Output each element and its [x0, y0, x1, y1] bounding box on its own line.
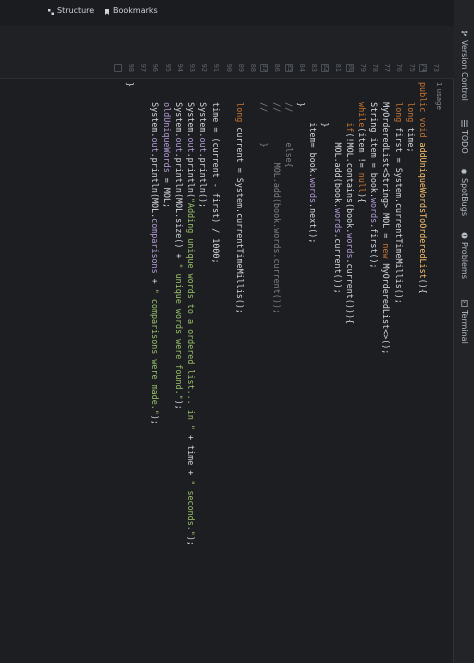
line-number: 86 [273, 63, 282, 72]
code-line[interactable]: public void addUniqueWordsToOrderedList(… [418, 82, 428, 294]
fold-marker-icon[interactable] [418, 64, 427, 72]
code-editor[interactable]: 1 usage public void addUniqueWordsToOrder… [0, 82, 454, 662]
line-number: 84 [297, 63, 306, 72]
line-number: 93 [188, 63, 196, 72]
code-line[interactable]: item= book.words.next(); [308, 82, 318, 243]
terminal-icon [461, 299, 468, 308]
code-line[interactable]: System.out.println("Adding unique words … [186, 82, 196, 546]
structure-tab[interactable]: Structure [48, 6, 94, 15]
bookmark-icon [104, 8, 110, 15]
ide-window: Version Control TODO SpotBugs Problems T… [0, 0, 474, 663]
fold-marker-icon[interactable] [284, 64, 293, 72]
code-line[interactable]: System.out.println(); [198, 82, 208, 208]
code-line[interactable]: long first = System.currentTimeMillis(); [394, 82, 404, 304]
code-line[interactable]: long current = System.currentTimeMillis(… [235, 82, 245, 314]
line-number: 90 [224, 63, 233, 72]
side-tool-strip: Structure Bookmarks [0, 0, 454, 27]
line-number: 83 [310, 63, 318, 72]
bookmarks-tab[interactable]: Bookmarks [104, 6, 158, 15]
code-line[interactable]: if(!MOL.contains(book.words.current())){ [345, 82, 355, 324]
code-line[interactable]: // else{ [284, 82, 294, 168]
spotbugs-label: SpotBugs [460, 178, 469, 216]
list-icon [461, 120, 468, 127]
bookmarks-label: Bookmarks [113, 6, 158, 15]
code-line[interactable]: String item = book.words.first(); [369, 82, 379, 268]
spotbugs-tab[interactable]: SpotBugs [460, 168, 469, 216]
structure-icon [48, 8, 54, 15]
line-number: 89 [236, 63, 245, 72]
line-number: 77 [383, 63, 392, 72]
code-line[interactable]: long time; [406, 82, 416, 152]
line-number: 94 [175, 63, 184, 72]
structure-label: Structure [57, 6, 95, 15]
code-line[interactable]: System.out.println(MOL.size() + " unique… [174, 82, 184, 410]
terminal-tab[interactable]: Terminal [460, 299, 469, 344]
line-number: 73 [432, 63, 440, 72]
fold-marker-icon[interactable] [321, 64, 330, 72]
line-number: 97 [139, 63, 148, 72]
version-control-tab[interactable]: Version Control [460, 30, 469, 101]
tool-window-bar: Version Control TODO SpotBugs Problems T… [453, 0, 474, 663]
line-number: 92 [200, 63, 209, 72]
code-line[interactable]: } [320, 82, 330, 127]
line-number: 95 [163, 63, 172, 72]
line-number: 78 [371, 63, 379, 72]
branch-icon [461, 30, 468, 37]
code-line[interactable]: // MOL.add(book.words.current()); [272, 82, 282, 314]
line-number-gutter: 73 74 75 76 77 78 79 80 81 82 83 84 85 86 87 88 89 90 91 92… [0, 26, 454, 79]
todo-label: TODO [460, 130, 469, 154]
line-number: 81 [334, 63, 343, 72]
line-number: 96 [151, 63, 160, 72]
code-line[interactable]: MyOrderedList<String> MOL = new MyOrdere… [381, 82, 391, 354]
code-line[interactable]: MOL.add(book.words.current()); [333, 82, 343, 294]
problems-tab[interactable]: Problems [460, 232, 469, 279]
problems-icon [461, 232, 468, 239]
line-number: 98 [127, 63, 135, 72]
code-line[interactable]: } [125, 82, 135, 87]
code-line[interactable]: time = (current - first) / 1000; [211, 82, 221, 263]
problems-label: Problems [460, 242, 469, 279]
line-number: 76 [395, 63, 404, 72]
terminal-label: Terminal [460, 310, 469, 344]
bug-icon [461, 168, 468, 175]
line-number: 88 [249, 63, 257, 72]
line-number: 91 [212, 63, 221, 72]
todo-tab[interactable]: TODO [460, 120, 469, 154]
code-line[interactable]: oldUniqueWords = MOL; [162, 82, 172, 208]
line-number: 75 [407, 63, 416, 72]
code-line[interactable]: } [296, 82, 306, 107]
code-line[interactable]: // } [259, 82, 269, 147]
fold-marker-icon[interactable] [113, 64, 122, 72]
usage-hint[interactable]: 1 usage [434, 82, 444, 110]
fold-marker-icon[interactable] [260, 64, 269, 72]
code-line[interactable]: System.out.println(MOL.comparisons + " c… [150, 82, 160, 425]
version-control-label: Version Control [460, 40, 469, 101]
code-line[interactable]: while(item != null){ [357, 82, 367, 203]
fold-marker-icon[interactable] [345, 64, 354, 72]
line-number: 79 [358, 63, 367, 72]
